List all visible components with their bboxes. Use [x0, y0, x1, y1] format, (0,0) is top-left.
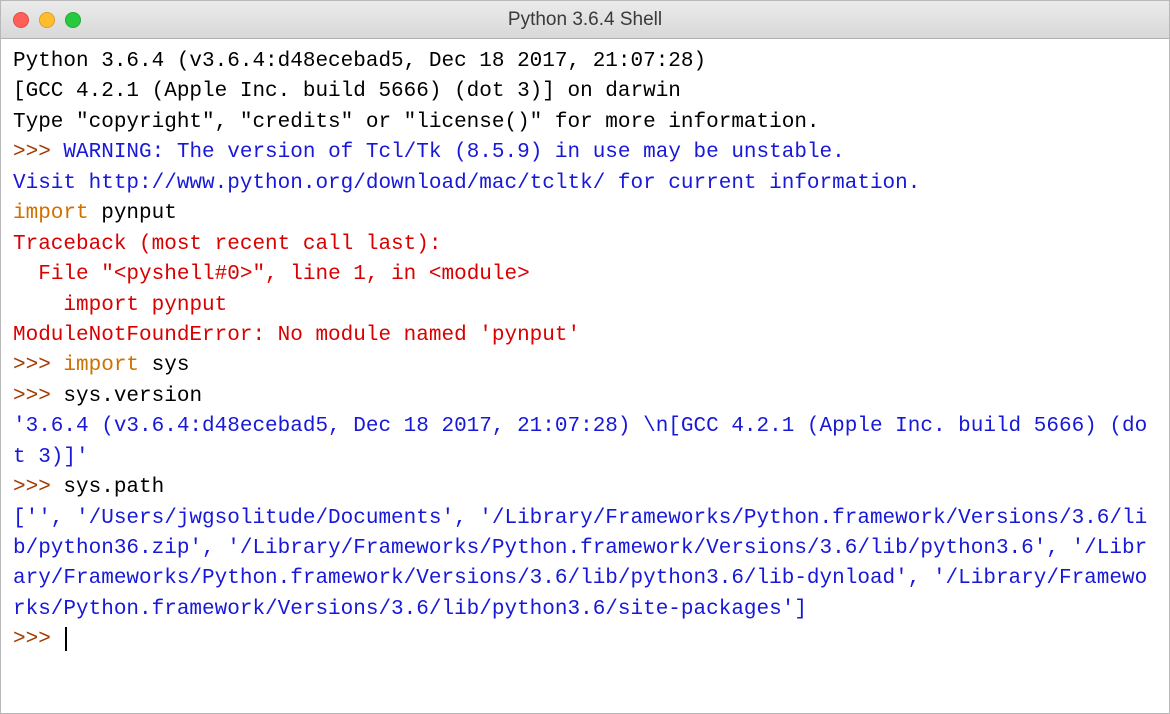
input-sys: sys — [139, 354, 189, 377]
prompt: >>> — [13, 141, 63, 164]
prompt: >>> — [13, 385, 63, 408]
input-sys-path: sys.path — [63, 476, 164, 499]
window-title: Python 3.6.4 Shell — [1, 9, 1169, 31]
traceback-header: Traceback (most recent call last): — [13, 233, 441, 256]
input-sys-version: sys.version — [63, 385, 202, 408]
prompt: >>> — [13, 628, 63, 651]
traceback-file: File "<pyshell#0>", line 1, in <module> — [13, 263, 530, 286]
traceback-error: ModuleNotFoundError: No module named 'py… — [13, 324, 580, 347]
tcltk-warning: WARNING: The version of Tcl/Tk (8.5.9) i… — [13, 141, 920, 194]
titlebar[interactable]: Python 3.6.4 Shell — [1, 1, 1169, 39]
window: Python 3.6.4 Shell Python 3.6.4 (v3.6.4:… — [0, 0, 1170, 714]
cursor — [65, 627, 67, 651]
shell-content[interactable]: Python 3.6.4 (v3.6.4:d48ecebad5, Dec 18 … — [1, 39, 1169, 713]
banner-line-2: [GCC 4.2.1 (Apple Inc. build 5666) (dot … — [13, 80, 681, 103]
output-path: ['', '/Users/jwgsolitude/Documents', '/L… — [13, 507, 1147, 621]
prompt: >>> — [13, 354, 63, 377]
banner-line-3: Type "copyright", "credits" or "license(… — [13, 111, 820, 134]
traceback-code: import pynput — [13, 294, 227, 317]
import-keyword: import — [13, 202, 89, 225]
import-keyword: import — [63, 354, 139, 377]
banner-line-1: Python 3.6.4 (v3.6.4:d48ecebad5, Dec 18 … — [13, 50, 719, 73]
minimize-button[interactable] — [39, 12, 55, 28]
input-pynput: pynput — [89, 202, 177, 225]
traffic-lights — [13, 12, 81, 28]
close-button[interactable] — [13, 12, 29, 28]
output-version: '3.6.4 (v3.6.4:d48ecebad5, Dec 18 2017, … — [13, 415, 1147, 468]
maximize-button[interactable] — [65, 12, 81, 28]
prompt: >>> — [13, 476, 63, 499]
